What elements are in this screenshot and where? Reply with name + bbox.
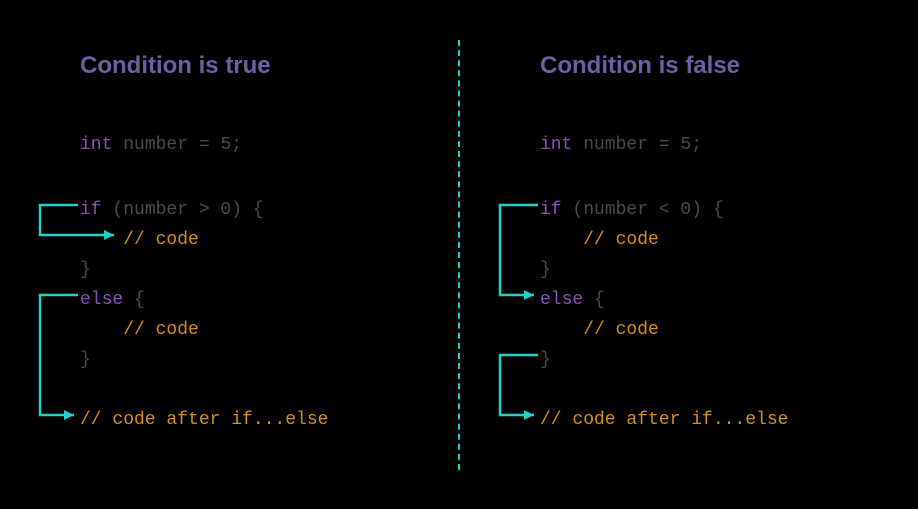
ident-number: number bbox=[112, 135, 198, 155]
keyword-int: int bbox=[80, 135, 112, 155]
code-else-body-true: // code bbox=[80, 315, 199, 345]
panel-true: Condition is true int number = 5; if (nu… bbox=[0, 0, 458, 509]
keyword-int: int bbox=[540, 135, 572, 155]
code-else-true: else { bbox=[80, 285, 145, 315]
code-else-close-false: } bbox=[540, 345, 551, 375]
keyword-else: else bbox=[540, 290, 583, 310]
code-if-body-false: // code bbox=[540, 225, 659, 255]
panel-title-false: Condition is false bbox=[540, 52, 740, 80]
panel-title-true: Condition is true bbox=[80, 52, 271, 80]
keyword-if: if bbox=[540, 200, 562, 220]
code-after-true: // code after if...else bbox=[80, 405, 328, 435]
code-else-false: else { bbox=[540, 285, 605, 315]
code-if-close-true: } bbox=[80, 255, 91, 285]
ident-number: number bbox=[572, 135, 658, 155]
code-if-true: if (number > 0) { bbox=[80, 195, 264, 225]
code-else-close-true: } bbox=[80, 345, 91, 375]
keyword-else: else bbox=[80, 290, 123, 310]
code-if-body-true: // code bbox=[80, 225, 199, 255]
code-decl-true: int number = 5; bbox=[80, 130, 242, 160]
code-if-false: if (number < 0) { bbox=[540, 195, 724, 225]
code-decl-false: int number = 5; bbox=[540, 130, 702, 160]
code-after-false: // code after if...else bbox=[540, 405, 788, 435]
code-else-body-false: // code bbox=[540, 315, 659, 345]
panel-false: Condition is false int number = 5; if (n… bbox=[460, 0, 918, 509]
code-if-close-false: } bbox=[540, 255, 551, 285]
keyword-if: if bbox=[80, 200, 102, 220]
